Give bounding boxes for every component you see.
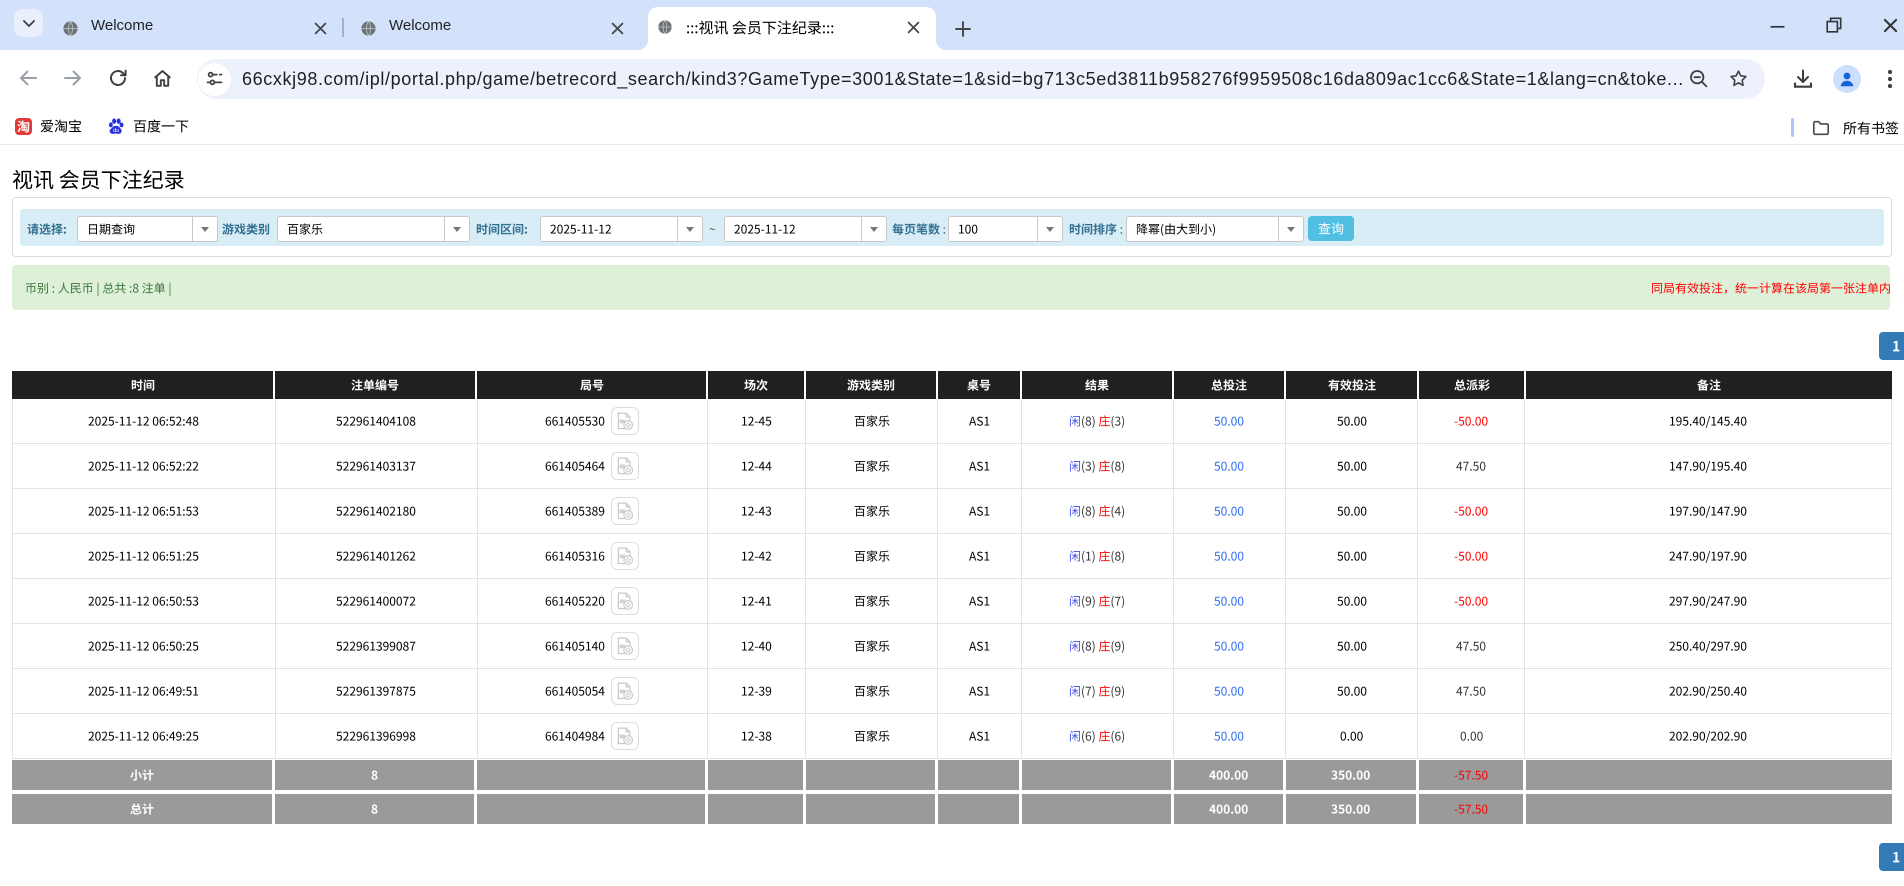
svg-text:du: du bbox=[113, 128, 119, 134]
